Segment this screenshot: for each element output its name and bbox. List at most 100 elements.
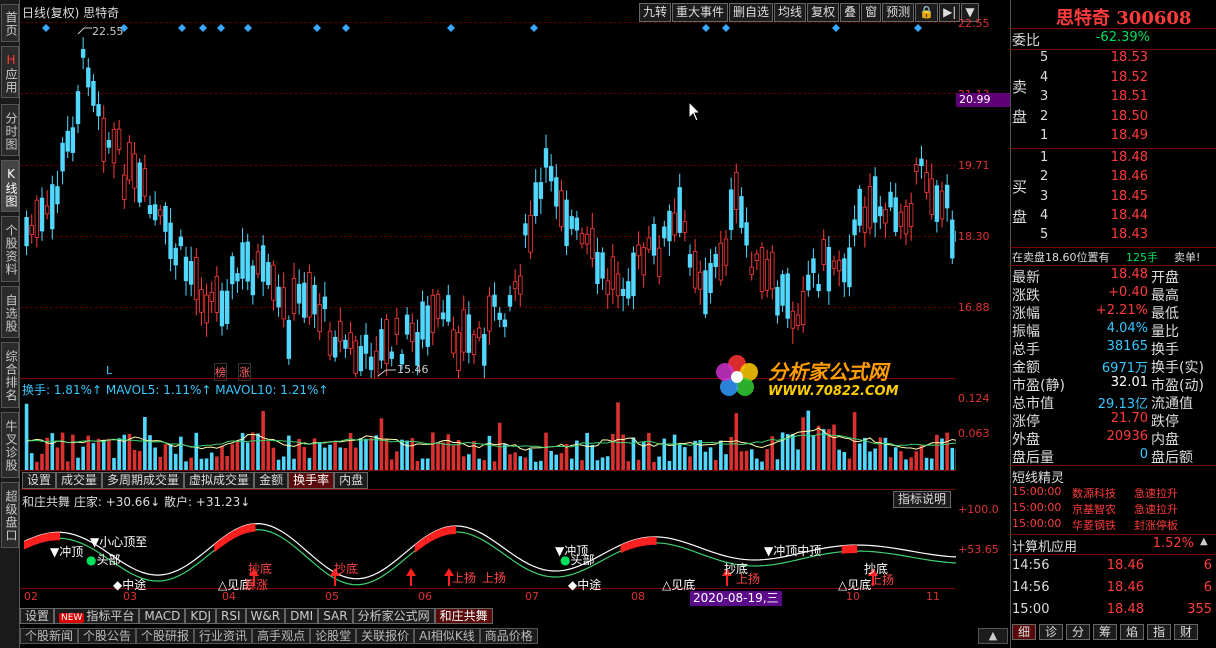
ind-tab-multi-volume[interactable]: 多周期成交量 [102, 472, 185, 489]
stat-value: +0.40 [1108, 285, 1148, 300]
event-diamond-icon[interactable] [178, 24, 186, 32]
ntab-commodities[interactable]: 商品价格 [479, 628, 538, 644]
event-diamond-icon[interactable] [914, 24, 922, 32]
sidebar-tab-diagnosis[interactable]: 牛叉诊股 [1, 412, 19, 478]
event-diamond-icon[interactable] [832, 24, 840, 32]
ind-tab-settings[interactable]: 设置 [22, 472, 57, 489]
btab-hezhuang[interactable]: 和庄共舞 [434, 608, 493, 624]
toolbar-window-button[interactable]: 窗 [861, 3, 882, 22]
zj-fill [54, 532, 60, 541]
candle-body [152, 204, 158, 221]
candle-body [235, 273, 240, 282]
btab-formula-site[interactable]: 分析家公式网 [352, 608, 435, 624]
quote-tab[interactable]: 指 [1147, 624, 1171, 640]
lock-icon[interactable]: 🔒 [915, 3, 939, 22]
elf-stock[interactable]: 京基智农 [1072, 501, 1116, 517]
cursor-date-tooltip: 2020-08-19,三 [690, 591, 782, 606]
toolbar-forecast-button[interactable]: 预测 [882, 3, 915, 22]
volume-bar [292, 458, 296, 470]
btab-kdj[interactable]: KDJ [185, 608, 216, 624]
volume-bar [307, 458, 312, 470]
elf-stock[interactable]: 数源科技 [1072, 485, 1116, 501]
event-diamond-icon[interactable] [530, 24, 538, 32]
sidebar-tab-intraday[interactable]: 分时图 [1, 104, 19, 156]
ind-tab-volume[interactable]: 成交量 [56, 472, 103, 489]
event-diamond-icon[interactable] [244, 24, 252, 32]
volume-bar [420, 458, 425, 470]
event-diamond-icon[interactable] [342, 24, 350, 32]
sidebar-tab-super-order[interactable]: 超级盘口 [1, 482, 19, 548]
sector-row[interactable]: 计算机应用 1.52% ▲ [1010, 536, 1216, 555]
ntab-related-quotes[interactable]: 关联报价 [356, 628, 415, 644]
toolbar-ma-button[interactable]: 均线 [774, 3, 807, 22]
quote-tab[interactable]: 诊 [1039, 624, 1063, 640]
ind-tab-amount[interactable]: 金额 [254, 472, 289, 489]
toolbar-nine-turn-button[interactable]: 九转 [639, 3, 672, 22]
event-diamond-icon[interactable] [42, 24, 50, 32]
event-diamond-icon[interactable] [722, 24, 730, 32]
ntab-stock-news[interactable]: 个股新闻 [20, 628, 79, 644]
candlestick-chart[interactable] [20, 22, 956, 378]
buy-price: 18.43 [1110, 227, 1148, 243]
volume-bar [924, 457, 929, 470]
elf-stock[interactable]: 华菱钢铁 [1072, 517, 1116, 533]
ntab-ai-similar[interactable]: AI相似K线 [414, 628, 480, 644]
btab-rsi[interactable]: RSI [216, 608, 246, 624]
volume-chart[interactable] [20, 392, 956, 470]
toolbar-overlay-button[interactable]: 叠 [840, 3, 861, 22]
btab-settings[interactable]: 设置 [20, 608, 55, 624]
ind-tab-virtual-volume[interactable]: 虚拟成交量 [184, 472, 255, 489]
ntab-forum[interactable]: 论股堂 [310, 628, 357, 644]
sidebar-tab-ranking[interactable]: 综合排名 [1, 342, 19, 408]
volume-bar [688, 456, 692, 470]
ntab-announcements[interactable]: 个股公告 [78, 628, 137, 644]
sidebar-tab-stock-info[interactable]: 个股资料 [1, 216, 19, 282]
mark-rank-badge[interactable]: 榜 [214, 363, 227, 381]
sidebar-tab-kline[interactable]: K线图 [1, 160, 19, 212]
btab-macd[interactable]: MACD [139, 608, 186, 624]
candle-body [363, 334, 369, 354]
ntab-research[interactable]: 个股研报 [136, 628, 195, 644]
ntab-experts[interactable]: 高手观点 [252, 628, 311, 644]
volume-bar [760, 461, 764, 470]
btab-indicator-platform[interactable]: NEW 指标平台 [54, 608, 140, 624]
stat-value: 18.48 [1110, 267, 1148, 282]
quote-tab[interactable]: 财 [1174, 624, 1198, 640]
tick-price: 18.48 [1106, 602, 1144, 617]
toolbar-adjust-button[interactable]: 复权 [807, 3, 840, 22]
volume-bar [652, 461, 656, 470]
btab-wr[interactable]: W&R [245, 608, 286, 624]
expand-icon[interactable]: ▲ [978, 628, 1008, 644]
divider [1010, 265, 1216, 266]
event-diamond-icon[interactable] [313, 24, 321, 32]
event-diamond-icon[interactable] [199, 24, 207, 32]
ind-tab-turnover[interactable]: 换手率 [288, 472, 335, 489]
candle-body [163, 205, 168, 232]
quote-tab[interactable]: 筹 [1093, 624, 1117, 640]
quote-tab[interactable]: 分 [1066, 624, 1090, 640]
quote-tab[interactable]: 细 [1012, 624, 1036, 640]
stat-label: 最低 [1151, 306, 1179, 322]
event-diamond-icon[interactable] [702, 24, 710, 32]
quote-bottom-tabs: 细诊分筹焰指财 [1012, 624, 1201, 640]
candle-body [415, 331, 420, 366]
event-diamond-icon[interactable] [447, 24, 455, 32]
volume-bar [194, 432, 199, 470]
chart-mini-icon[interactable]: ▲ [1200, 536, 1208, 547]
candle-body [908, 203, 914, 227]
sidebar-tab-home[interactable]: 首页 [1, 4, 19, 42]
toolbar-major-events-button[interactable]: 重大事件 [672, 3, 729, 22]
btab-dmi[interactable]: DMI [285, 608, 319, 624]
ntab-industry[interactable]: 行业资讯 [194, 628, 253, 644]
toolbar-remove-watchlist-button[interactable]: 删自选 [729, 3, 774, 22]
candle-body [374, 350, 379, 378]
event-diamond-icon[interactable] [217, 24, 225, 32]
candle-body [55, 186, 60, 205]
sidebar-tab-watchlist[interactable]: 自选股 [1, 286, 19, 338]
ind-tab-inner[interactable]: 内盘 [334, 472, 369, 489]
mark-rise-badge[interactable]: 涨 [238, 363, 251, 381]
btab-sar[interactable]: SAR [318, 608, 353, 624]
quote-tab[interactable]: 焰 [1120, 624, 1144, 640]
sidebar-tab-app[interactable]: H应用 [1, 46, 19, 98]
candle-body [65, 130, 70, 152]
